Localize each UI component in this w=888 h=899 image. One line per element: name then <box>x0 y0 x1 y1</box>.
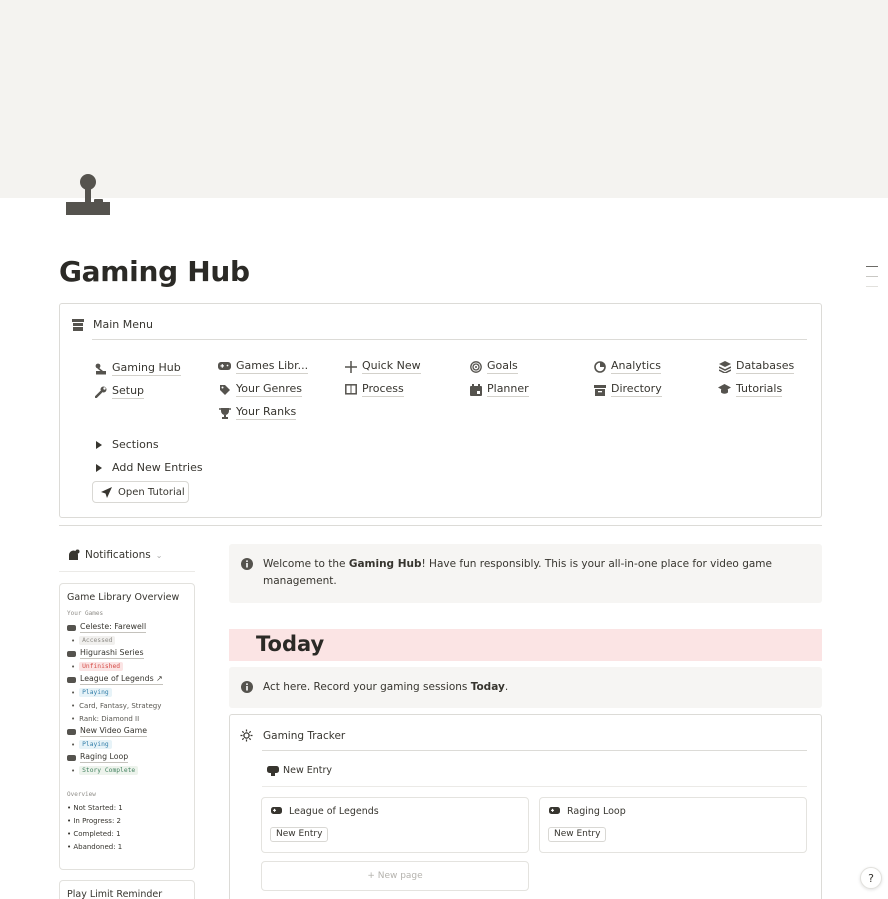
info-icon <box>241 558 253 570</box>
list-item-detail: • Accessed <box>67 634 187 647</box>
archive-icon <box>593 383 606 396</box>
new-entry-button[interactable]: New Entry <box>270 827 329 842</box>
menu-link-directory[interactable]: Directory <box>593 382 662 397</box>
gamepad-icon <box>67 676 76 683</box>
overview-line: • In Progress: 2 <box>67 817 121 825</box>
menu-link-games-library[interactable]: Games Libr... <box>218 359 309 374</box>
menu-link-tutorials[interactable]: Tutorials <box>718 382 783 397</box>
card-title: Play Limit Reminder <box>67 889 163 899</box>
menu-link-gaming-hub[interactable]: Gaming Hub <box>94 361 181 376</box>
overview-line: • Abandoned: 1 <box>67 843 123 851</box>
menu-link-process[interactable]: Process <box>344 382 404 397</box>
info-icon <box>241 681 253 693</box>
gamepad-icon <box>271 807 282 814</box>
gamepad-icon <box>218 360 231 373</box>
chevron-down-icon: ⌄ <box>155 550 163 560</box>
card-title: Raging Loop <box>567 806 626 817</box>
today-heading-block: Today <box>229 629 822 661</box>
menu-link-analytics[interactable]: Analytics <box>593 359 661 374</box>
welcome-callout: Welcome to the Gaming Hub! Have fun resp… <box>229 544 822 603</box>
triangle-right-icon[interactable] <box>96 440 102 449</box>
today-callout: Act here. Record your gaming sessions To… <box>229 667 822 708</box>
gallery-card[interactable]: Raging Loop New Entry <box>539 797 807 853</box>
pie-chart-icon <box>593 360 606 373</box>
list-item[interactable]: Celeste: Farewell <box>67 621 187 634</box>
overview-line: • Completed: 1 <box>67 830 121 838</box>
menu-link-your-ranks[interactable]: Your Ranks <box>218 405 297 420</box>
menu-link-quick-new[interactable]: Quick New <box>344 359 421 374</box>
page-title: Gaming Hub <box>59 255 250 288</box>
graduation-cap-icon <box>718 383 731 396</box>
main-menu-card: Main Menu Gaming Hub Setup Games Libr...… <box>59 303 822 518</box>
gamepad-icon <box>67 754 76 761</box>
list-item[interactable]: Higurashi Series <box>67 647 187 660</box>
menu-link-goals[interactable]: Goals <box>469 359 518 374</box>
list-item-detail: • Story Complete <box>67 764 187 777</box>
bell-icon <box>69 549 80 560</box>
gamepad-icon <box>67 624 76 631</box>
table-of-contents-indicator[interactable] <box>866 266 878 296</box>
list-item-detail: • Card, Fantasy, Strategy <box>71 701 162 710</box>
menu-link-databases[interactable]: Databases <box>718 359 795 374</box>
divider <box>262 750 807 751</box>
joystick-icon[interactable] <box>64 172 112 218</box>
gamepad-icon <box>549 807 560 814</box>
list-item-detail: • Rank: Diamond II <box>71 714 140 723</box>
gaming-tracker-card: Gaming Tracker New Entry League of Legen… <box>229 714 822 899</box>
trophy-icon <box>218 406 231 419</box>
new-entry-button[interactable]: New Entry <box>548 827 607 842</box>
help-button[interactable]: ? <box>860 867 882 889</box>
new-entry-button[interactable]: New Entry <box>267 765 332 776</box>
menu-link-setup[interactable]: Setup <box>94 384 145 399</box>
main-menu-title: Main Menu <box>93 318 153 331</box>
layers-icon <box>718 360 731 373</box>
card-title: League of Legends <box>289 806 379 817</box>
divider <box>59 525 822 526</box>
archive-icon <box>72 318 84 331</box>
joystick-icon <box>94 362 107 375</box>
new-page-button[interactable]: + New page <box>261 861 529 891</box>
gallery-card[interactable]: League of Legends New Entry <box>261 797 529 853</box>
wrench-icon <box>94 385 107 398</box>
sun-icon <box>240 729 253 742</box>
list-item[interactable]: Raging Loop <box>67 751 187 764</box>
tag-icon <box>218 383 231 396</box>
gamepad-icon <box>67 650 76 657</box>
card-title: Game Library Overview <box>67 592 180 603</box>
plus-icon <box>344 360 357 373</box>
divider <box>92 339 807 340</box>
send-icon <box>101 486 112 498</box>
divider <box>262 786 807 787</box>
list-item-detail: • Playing <box>67 738 187 751</box>
target-icon <box>469 360 482 373</box>
triangle-right-icon[interactable] <box>96 463 102 472</box>
divider <box>59 571 195 572</box>
calendar-icon <box>469 383 482 396</box>
gamepad-icon <box>67 728 76 735</box>
toggle-sections[interactable]: Sections <box>92 438 159 451</box>
page-cover[interactable] <box>0 0 888 198</box>
gaming-tracker-header[interactable]: Gaming Tracker <box>240 729 345 742</box>
game-library-overview-card[interactable]: Game Library Overview Your Games Celeste… <box>59 583 195 870</box>
section-label: Your Games <box>67 610 104 617</box>
list-item[interactable]: League of Legends ↗ <box>67 673 187 686</box>
overview-line: • Not Started: 1 <box>67 804 123 812</box>
section-label: Overview <box>67 791 96 798</box>
open-tutorial-button[interactable]: Open Tutorial <box>92 481 189 503</box>
book-icon <box>344 383 357 396</box>
notifications-toggle[interactable]: Notifications ⌄ <box>68 549 162 561</box>
menu-link-your-genres[interactable]: Your Genres <box>218 382 303 397</box>
list-item-detail: • Unfinished <box>67 660 187 673</box>
list-item[interactable]: New Video Game <box>67 725 187 738</box>
list-item-detail: • Playing <box>67 686 187 699</box>
menu-link-planner[interactable]: Planner <box>469 382 529 397</box>
play-limit-reminder-card[interactable]: Play Limit Reminder <box>59 880 195 899</box>
today-heading: Today <box>256 632 325 656</box>
main-menu-header[interactable]: Main Menu <box>72 318 153 331</box>
gamepad-icon <box>267 765 279 776</box>
toggle-add-new-entries[interactable]: Add New Entries <box>92 461 203 474</box>
